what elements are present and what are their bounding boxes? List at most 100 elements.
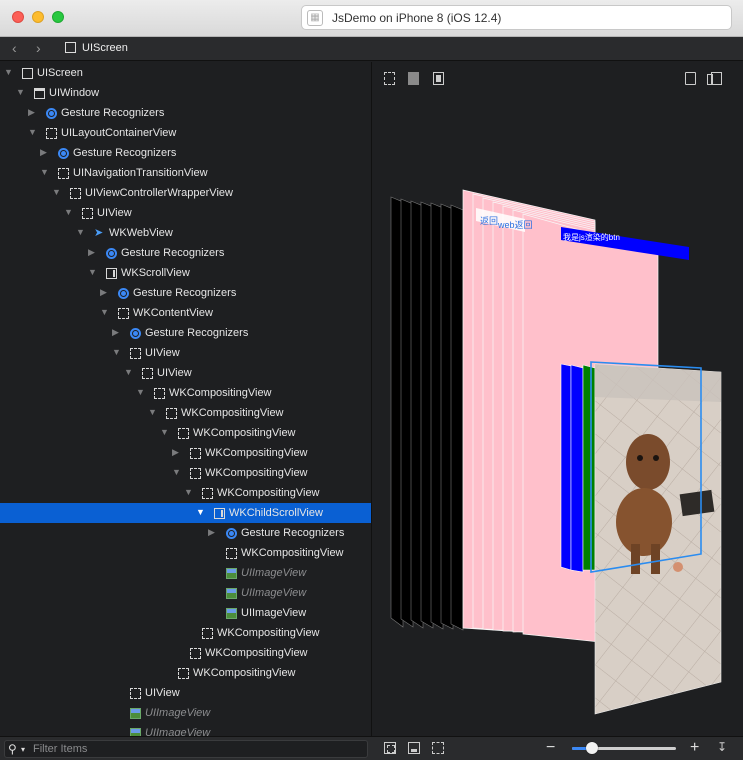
disclosure-closed-icon[interactable]: ▶ — [88, 247, 97, 258]
zoom-out-button[interactable]: − — [546, 739, 555, 757]
outline-row[interactable]: UIImageView — [0, 703, 371, 723]
outline-row[interactable]: ▼ UIView — [0, 203, 371, 223]
disclosure-open-icon[interactable]: ▼ — [28, 127, 37, 138]
export-icon[interactable]: ↧ — [716, 740, 728, 755]
outline-row[interactable]: ▼ WKScrollView — [0, 263, 371, 283]
outline-row[interactable]: ▼ WKCompositingView — [0, 423, 371, 443]
scroll-icon — [214, 508, 225, 519]
outline-row[interactable]: ▼ UIViewControllerWrapperView — [0, 183, 371, 203]
view-debugger-canvas[interactable]: 返回 web返回 我是js渲染的btn — [373, 62, 743, 736]
outline-row-label: WKContentView — [133, 307, 213, 319]
view-hierarchy-outline[interactable]: ▼ UIScreen ▼ UIWindow ▶ Gesture Recognizers ▼ U… — [0, 62, 372, 736]
outline-row-label: WKCompositingView — [241, 547, 344, 559]
outline-row[interactable]: ▶ Gesture Recognizers — [0, 323, 371, 343]
disclosure-open-icon[interactable]: ▼ — [100, 307, 109, 318]
zoom-button[interactable] — [52, 11, 64, 23]
outline-row[interactable]: ▼ WKChildScrollView — [0, 503, 371, 523]
outline-row-label: Gesture Recognizers — [73, 147, 177, 159]
outline-row[interactable]: ▼ ➤ WKWebView — [0, 223, 371, 243]
clip-icon[interactable] — [432, 742, 444, 754]
outline-row[interactable]: ▼ UIView — [0, 363, 371, 383]
outline-row-label: WKCompositingView — [193, 427, 296, 439]
outline-row[interactable]: UIImageView — [0, 563, 371, 583]
outline-row-label: UIImageView — [241, 567, 307, 579]
outline-row-label: WKCompositingView — [205, 647, 308, 659]
scheme-title: JsDemo on iPhone 8 (iOS 12.4) — [332, 11, 502, 25]
outline-row[interactable]: ▼ WKContentView — [0, 303, 371, 323]
outline-row[interactable]: ▼ UILayoutContainerView — [0, 123, 371, 143]
disclosure-closed-icon[interactable]: ▶ — [112, 327, 121, 338]
disclosure-closed-icon[interactable]: ▶ — [40, 147, 49, 158]
outline-row-label: UIView — [157, 367, 192, 379]
zoom-in-button[interactable]: + — [690, 739, 699, 757]
outline-row-label: UIImageView — [145, 727, 211, 736]
chevron-right-icon[interactable]: › — [36, 40, 41, 56]
outline-row-label: WKCompositingView — [169, 387, 272, 399]
outline-row[interactable]: UIView — [0, 683, 371, 703]
disclosure-open-icon[interactable]: ▼ — [196, 507, 205, 518]
disclosure-open-icon[interactable]: ▼ — [64, 207, 73, 218]
outline-row[interactable]: WKCompositingView — [0, 643, 371, 663]
nav-web-back-label: web返回 — [497, 219, 533, 230]
outline-row[interactable]: UIImageView — [0, 723, 371, 736]
disclosure-closed-icon[interactable]: ▶ — [28, 107, 37, 118]
outline-row[interactable]: ▶ Gesture Recognizers — [0, 283, 371, 303]
outline-row[interactable]: ▶ WKCompositingView — [0, 443, 371, 463]
outline-row[interactable]: ▼ WKCompositingView — [0, 463, 371, 483]
adjust-view-icon[interactable] — [408, 742, 420, 754]
outline-row[interactable]: ▼ WKCompositingView — [0, 483, 371, 503]
search-icon[interactable]: ⚲ — [8, 741, 17, 757]
outline-row[interactable]: ▼ UINavigationTransitionView — [0, 163, 371, 183]
disclosure-open-icon[interactable]: ▼ — [112, 347, 121, 358]
outline-row-label: WKWebView — [109, 227, 173, 239]
outline-row[interactable]: UIImageView — [0, 583, 371, 603]
outline-row-label: WKScrollView — [121, 267, 190, 279]
outline-row-label: WKCompositingView — [217, 487, 320, 499]
disclosure-open-icon[interactable]: ▼ — [136, 387, 145, 398]
disclosure-open-icon[interactable]: ▼ — [16, 87, 25, 98]
outline-row[interactable]: ▼ UIScreen — [0, 63, 371, 83]
chevron-left-icon[interactable]: ‹ — [12, 40, 17, 56]
disclosure-open-icon[interactable]: ▼ — [172, 467, 181, 478]
reset-view-icon[interactable] — [384, 742, 396, 754]
disclosure-closed-icon[interactable]: ▶ — [172, 447, 181, 458]
disclosure-open-icon[interactable]: ▼ — [40, 167, 49, 178]
outline-row[interactable]: ▶ Gesture Recognizers — [0, 523, 371, 543]
outline-row[interactable]: WKCompositingView — [0, 663, 371, 683]
outline-row[interactable]: ▼ WKCompositingView — [0, 403, 371, 423]
zoom-slider-thumb[interactable] — [585, 742, 598, 754]
view-icon — [82, 208, 93, 219]
disclosure-closed-icon[interactable]: ▶ — [208, 527, 217, 538]
outline-row[interactable]: ▼ UIView — [0, 343, 371, 363]
chevron-down-icon[interactable]: ▾ — [21, 742, 25, 758]
view-icon — [178, 668, 189, 679]
breadcrumb[interactable]: UIScreen — [82, 42, 128, 54]
scheme-display[interactable]: ▦ JsDemo on iPhone 8 (iOS 12.4) — [301, 5, 732, 30]
outline-row[interactable]: ▼ UIWindow — [0, 83, 371, 103]
view-icon — [202, 488, 213, 499]
disclosure-open-icon[interactable]: ▼ — [124, 367, 133, 378]
disclosure-open-icon[interactable]: ▼ — [148, 407, 157, 418]
disclosure-open-icon[interactable]: ▼ — [76, 227, 85, 238]
outline-row[interactable]: UIImageView — [0, 603, 371, 623]
title-bar: ▦ JsDemo on iPhone 8 (iOS 12.4) — [0, 0, 743, 37]
disclosure-open-icon[interactable]: ▼ — [4, 67, 13, 78]
outline-row[interactable]: WKCompositingView — [0, 623, 371, 643]
minimize-button[interactable] — [32, 11, 44, 23]
disclosure-open-icon[interactable]: ▼ — [52, 187, 61, 198]
filter-field[interactable]: ⚲ ▾ — [4, 740, 368, 758]
zoom-slider[interactable] — [572, 742, 676, 754]
outline-row[interactable]: ▼ WKCompositingView — [0, 383, 371, 403]
filter-input[interactable] — [33, 742, 363, 756]
outline-row[interactable]: ▶ Gesture Recognizers — [0, 103, 371, 123]
disclosure-closed-icon[interactable]: ▶ — [100, 287, 109, 298]
disclosure-open-icon[interactable]: ▼ — [88, 267, 97, 278]
outline-row[interactable]: ▶ Gesture Recognizers — [0, 143, 371, 163]
layer-stack-3d[interactable]: 返回 web返回 我是js渲染的btn — [373, 62, 743, 736]
disclosure-open-icon[interactable]: ▼ — [184, 487, 193, 498]
outline-row[interactable]: ▶ Gesture Recognizers — [0, 243, 371, 263]
close-button[interactable] — [12, 11, 24, 23]
disclosure-open-icon[interactable]: ▼ — [160, 427, 169, 438]
image-icon — [130, 728, 141, 736]
outline-row[interactable]: WKCompositingView — [0, 543, 371, 563]
